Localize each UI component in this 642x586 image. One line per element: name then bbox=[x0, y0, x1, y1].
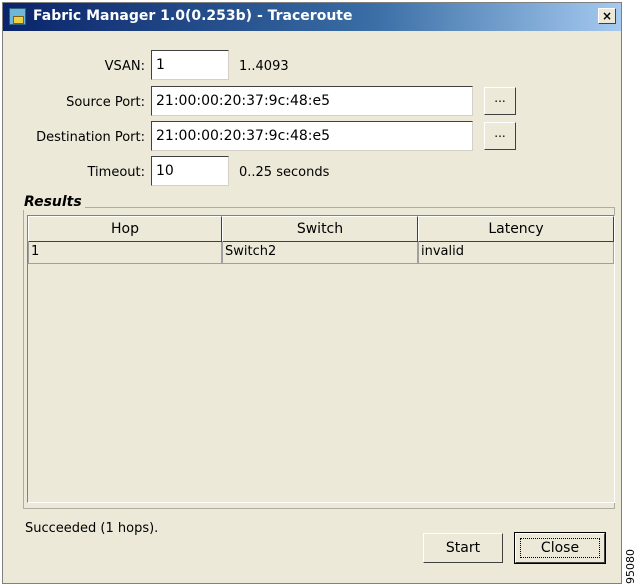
cell-switch: Switch2 bbox=[222, 242, 418, 264]
close-button[interactable]: Close bbox=[514, 532, 606, 564]
timeout-range-hint: 0..25 seconds bbox=[239, 165, 330, 180]
window-title: Fabric Manager 1.0(0.253b) - Traceroute bbox=[33, 8, 353, 24]
column-header-hop[interactable]: Hop bbox=[28, 216, 222, 242]
start-button[interactable]: Start bbox=[423, 533, 503, 563]
close-window-button[interactable]: × bbox=[598, 8, 616, 24]
traceroute-dialog: Fabric Manager 1.0(0.253b) - Traceroute … bbox=[2, 2, 622, 584]
source-port-label: Source Port: bbox=[66, 95, 145, 110]
figure-number: 95080 bbox=[624, 549, 637, 584]
destination-port-browse-button[interactable]: ... bbox=[484, 122, 516, 150]
timeout-label: Timeout: bbox=[87, 165, 145, 180]
table-header: Hop Switch Latency bbox=[28, 216, 614, 242]
title-bar[interactable]: Fabric Manager 1.0(0.253b) - Traceroute … bbox=[3, 3, 621, 31]
status-text: Succeeded (1 hops). bbox=[25, 521, 159, 536]
results-table[interactable]: Hop Switch Latency 1 Switch2 invalid bbox=[27, 215, 615, 503]
source-port-input[interactable]: 21:00:00:20:37:9c:48:e5 bbox=[151, 86, 473, 116]
results-title: Results bbox=[21, 194, 85, 210]
cell-latency: invalid bbox=[418, 242, 614, 264]
destination-port-label: Destination Port: bbox=[36, 130, 145, 145]
vsan-label: VSAN: bbox=[104, 59, 145, 74]
table-row[interactable]: 1 Switch2 invalid bbox=[28, 242, 614, 264]
vsan-input[interactable]: 1 bbox=[151, 50, 229, 80]
column-header-switch[interactable]: Switch bbox=[222, 216, 418, 242]
source-port-browse-button[interactable]: ... bbox=[484, 87, 516, 115]
app-icon bbox=[9, 8, 26, 25]
destination-port-input[interactable]: 21:00:00:20:37:9c:48:e5 bbox=[151, 121, 473, 151]
focus-ring bbox=[520, 538, 600, 558]
vsan-range-hint: 1..4093 bbox=[239, 59, 289, 74]
cell-hop: 1 bbox=[28, 242, 222, 264]
column-header-latency[interactable]: Latency bbox=[418, 216, 614, 242]
timeout-input[interactable]: 10 bbox=[151, 156, 229, 186]
